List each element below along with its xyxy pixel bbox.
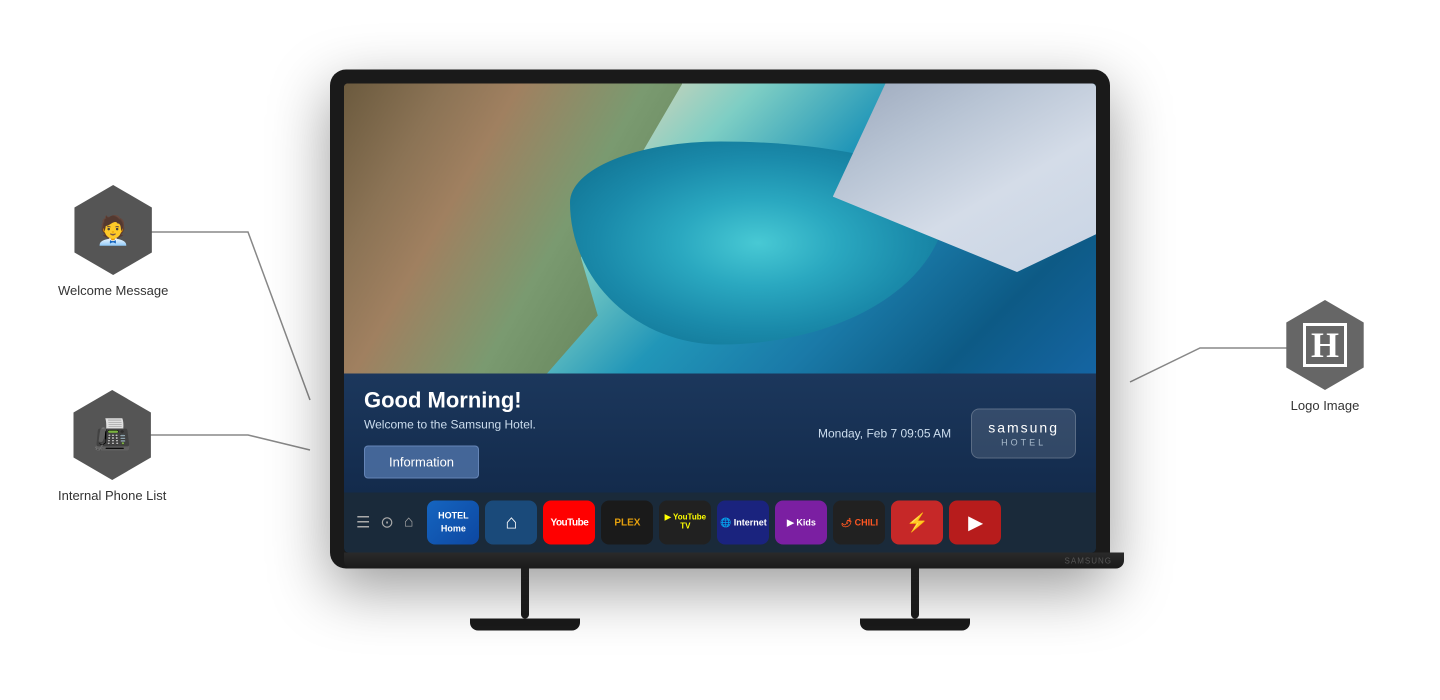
stand-right [860, 569, 970, 631]
tv-bottom-bar: SAMSUNG [344, 553, 1124, 569]
phone-icon: 📠 [94, 418, 131, 453]
logo-image-label: Logo Image [1291, 398, 1360, 413]
tv-screen: Good Morning! Welcome to the Samsung Hot… [344, 84, 1096, 553]
home-icon[interactable]: ⌂ [404, 514, 414, 532]
app-plex[interactable]: PLEX [601, 501, 653, 545]
information-button[interactable]: Information [364, 446, 479, 479]
welcome-message-callout: 🧑‍💼 Welcome Message [58, 185, 168, 298]
stand-leg-right [911, 569, 919, 619]
tv-frame: Good Morning! Welcome to the Samsung Hot… [330, 70, 1110, 569]
datetime-display: Monday, Feb 7 09:05 AM [818, 426, 951, 440]
app-chili[interactable]: 🌶 CHILI [833, 501, 885, 545]
internal-phone-list-callout: 📠 Internal Phone List [58, 390, 166, 503]
tv-stand [330, 569, 1110, 631]
app-youtubetv[interactable]: ▶ YouTube TV [659, 501, 711, 545]
nav-icons: ☰ ⊙ ⌂ [356, 513, 413, 533]
welcome-message-label: Welcome Message [58, 283, 168, 298]
stand-base-left [470, 619, 580, 631]
app-extra1[interactable]: ⚡ [891, 501, 943, 545]
app-youtube[interactable]: YouTube [543, 501, 595, 545]
person-icon: 🧑‍💼 [96, 214, 131, 247]
logo-hexagon: H [1280, 300, 1370, 390]
internal-phone-list-label: Internal Phone List [58, 488, 166, 503]
welcome-hexagon: 🧑‍💼 [68, 185, 158, 275]
menu-icon[interactable]: ☰ [356, 513, 370, 533]
info-bar: Good Morning! Welcome to the Samsung Hot… [344, 374, 1096, 493]
app-internet[interactable]: 🌐 Internet [717, 501, 769, 545]
stand-leg-left [521, 569, 529, 619]
search-icon[interactable]: ⊙ [380, 513, 393, 533]
tv-unit: Good Morning! Welcome to the Samsung Hot… [330, 70, 1110, 631]
logo-image-callout: H Logo Image [1280, 300, 1370, 413]
greeting-section: Good Morning! Welcome to the Samsung Hot… [364, 388, 818, 479]
water-area [570, 142, 946, 345]
logo-h-letter: H [1303, 323, 1347, 367]
stand-base-right [860, 619, 970, 631]
app-hotel-home[interactable]: HOTEL Home [427, 501, 479, 545]
samsung-text: samsung [988, 419, 1059, 435]
stand-left [470, 569, 580, 631]
app-bar: ☰ ⊙ ⌂ HOTEL Home ⌂ YouTube PLEX [344, 493, 1096, 553]
app-anytime[interactable]: ▶ [949, 501, 1001, 545]
app-kids[interactable]: ▶ Kids [775, 501, 827, 545]
welcome-text: Welcome to the Samsung Hotel. [364, 418, 818, 432]
beach-image [344, 84, 1096, 374]
good-morning-text: Good Morning! [364, 388, 818, 414]
hotel-text: HOTEL [988, 437, 1059, 447]
hotel-logo: samsung HOTEL [971, 408, 1076, 458]
phone-hexagon: 📠 [67, 390, 157, 480]
samsung-brand-text: SAMSUNG [1065, 556, 1112, 565]
app-house[interactable]: ⌂ [485, 501, 537, 545]
